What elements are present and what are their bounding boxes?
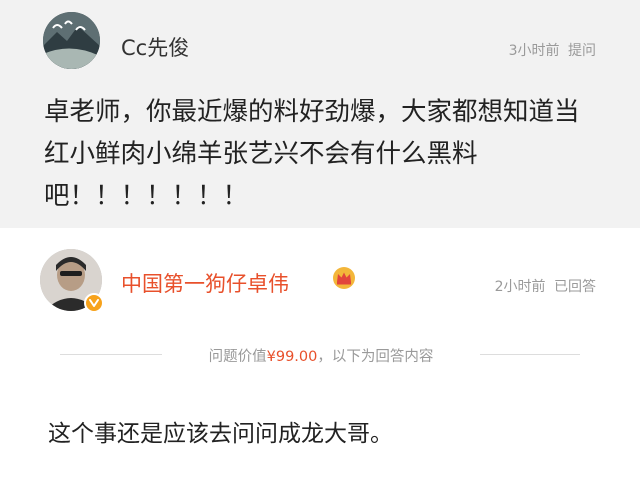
price-prefix: 问题价值 [208, 349, 267, 365]
question-price-line: 问题价值¥99.00，以下为回答内容 [166, 345, 476, 366]
question-text: 卓老师，你最近爆的料好劲爆，大家都想知道当红小鲜肉小绵羊张艺兴不会有什么黑料吧！… [44, 97, 580, 211]
avatar-landscape-icon [43, 12, 100, 69]
question-time: 3小时前 [508, 43, 560, 59]
verified-v-icon [89, 299, 99, 307]
divider-line-left [60, 354, 162, 355]
answer-meta: 2小时前 已回答 [495, 276, 596, 296]
price-divider: 问题价值¥99.00，以下为回答内容 [60, 343, 580, 367]
price-value: ¥99.00 [266, 349, 318, 365]
question-author-name[interactable]: Cc先俊 [121, 32, 189, 62]
question-meta: 3小时前 提问 [509, 40, 596, 60]
answer-time: 2小时前 [494, 279, 546, 295]
question-action: 提问 [568, 43, 596, 59]
verified-badge [84, 293, 104, 313]
answer-status: 已回答 [554, 279, 596, 295]
question-card: Cc先俊 3小时前 提问 卓老师，你最近爆的料好劲爆，大家都想知道当红小鲜肉小绵… [0, 0, 640, 228]
answer-author-name[interactable]: 中国第一狗仔卓伟 [121, 268, 289, 298]
answer-text: 这个事还是应该去问问成龙大哥。 [48, 421, 393, 447]
price-suffix: ，以下为回答内容 [317, 349, 434, 365]
question-author-avatar[interactable] [43, 12, 100, 69]
answer-author-avatar[interactable] [40, 249, 104, 313]
crown-icon [332, 266, 356, 290]
divider-line-right [480, 354, 580, 355]
